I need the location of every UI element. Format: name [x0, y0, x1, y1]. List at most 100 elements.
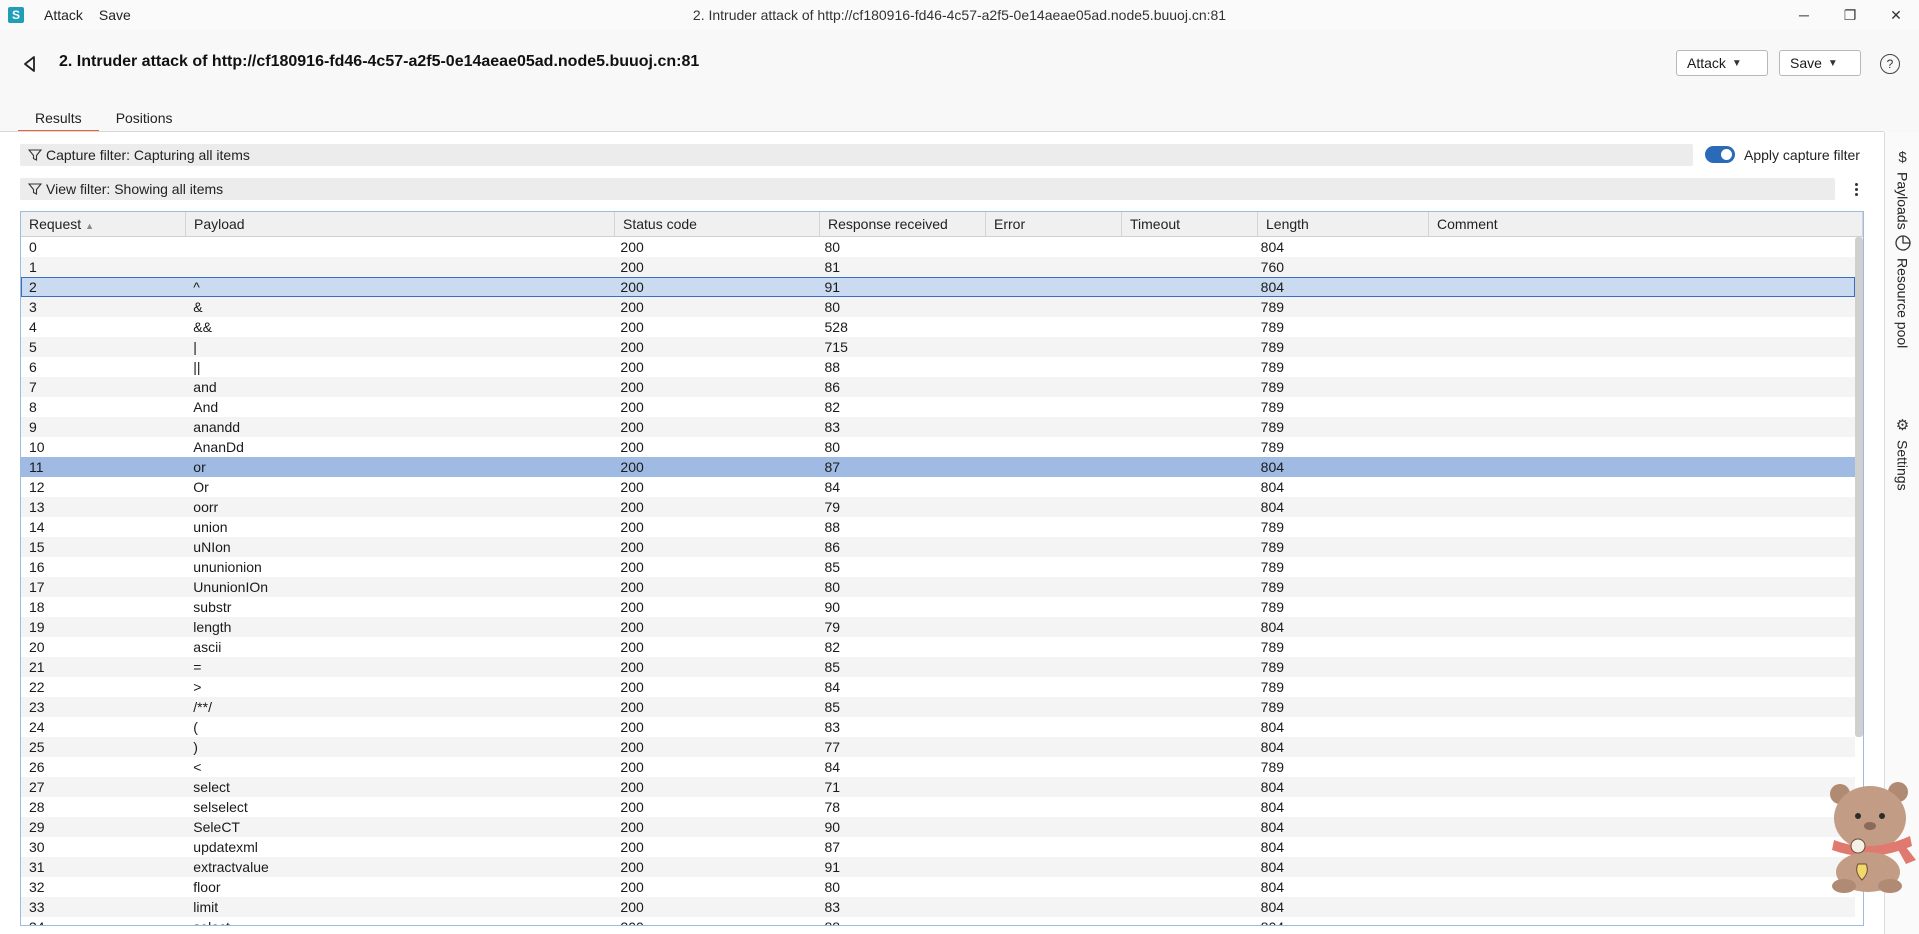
cell-length: 804 — [1260, 779, 1285, 795]
column-header-response-received[interactable]: Response received — [820, 212, 986, 237]
more-options-icon[interactable] — [1851, 179, 1861, 199]
attack-dropdown-button[interactable]: Attack ▼ — [1676, 50, 1768, 76]
cell-comment — [1423, 297, 1855, 317]
column-header-timeout[interactable]: Timeout — [1122, 212, 1258, 237]
cell-response-received: 82 — [824, 639, 841, 655]
table-row[interactable]: 17 UnunionIOn 200 80 789 — [21, 577, 1855, 597]
table-row[interactable]: 23 /**/ 200 85 789 — [21, 697, 1855, 717]
table-row[interactable]: 12 Or 200 84 804 — [21, 477, 1855, 497]
cell-request: 15 — [29, 539, 45, 555]
cell-payload: anandd — [193, 419, 241, 435]
table-row[interactable]: 19 length 200 79 804 — [21, 617, 1855, 637]
table-row[interactable]: 31 extractvalue 200 91 804 — [21, 857, 1855, 877]
table-row[interactable]: 25) 200 77 804 — [21, 737, 1855, 757]
table-row[interactable]: 18 substr 200 90 789 — [21, 597, 1855, 617]
table-row[interactable]: 27 select 200 71 804 — [21, 777, 1855, 797]
cell-payload: updatexml — [193, 839, 258, 855]
table-row[interactable]: 22 >200 84 789 — [21, 677, 1855, 697]
cell-status-code: 200 — [620, 459, 644, 475]
table-row[interactable]: 6 || 200 88 789 — [21, 357, 1855, 377]
cell-payload: ^ — [193, 279, 200, 295]
table-row[interactable]: 32 floor 200 80 804 — [21, 877, 1855, 897]
apply-capture-filter-toggle[interactable] — [1705, 146, 1735, 163]
attack-button-label: Attack — [1687, 55, 1726, 71]
tab-results[interactable]: Results — [18, 110, 99, 132]
column-header-length[interactable]: Length — [1258, 212, 1429, 237]
capture-filter-bar[interactable]: Capture filter: Capturing all items — [20, 144, 1693, 166]
cell-error — [982, 737, 1117, 757]
cell-length: 789 — [1260, 419, 1285, 435]
column-header-status-code[interactable]: Status code — [615, 212, 820, 237]
table-row[interactable]: 2 ^ 200 91 804 — [21, 277, 1855, 297]
table-row[interactable]: 30 updatexml 200 87 804 — [21, 837, 1855, 857]
cell-error — [982, 397, 1117, 417]
table-row[interactable]: 20 ascii 200 82 789 — [21, 637, 1855, 657]
cell-timeout — [1117, 657, 1252, 677]
table-row[interactable]: 26 <200 84 789 — [21, 757, 1855, 777]
table-row[interactable]: 10 AnanDd 200 80 789 — [21, 437, 1855, 457]
restore-button[interactable]: ❐ — [1827, 0, 1873, 30]
table-row[interactable]: 4 && 200 528 789 — [21, 317, 1855, 337]
cell-request: 32 — [29, 879, 45, 895]
menu-save[interactable]: Save — [99, 7, 131, 23]
capture-filter-text: Capture filter: Capturing all items — [46, 147, 250, 163]
cell-request: 27 — [29, 779, 45, 795]
table-row[interactable]: 7 and 200 86 789 — [21, 377, 1855, 397]
cell-payload: selselect — [193, 799, 248, 815]
side-item-settings[interactable]: ⚙ Settings — [1885, 416, 1919, 491]
cell-response-received: 528 — [824, 319, 848, 335]
table-row[interactable]: 29 SeleCT 200 90 804 — [21, 817, 1855, 837]
view-filter-bar[interactable]: View filter: Showing all items — [20, 178, 1835, 200]
cell-status-code: 200 — [620, 319, 644, 335]
cell-status-code: 200 — [620, 799, 644, 815]
side-item-payloads[interactable]: $ Payloads — [1885, 148, 1919, 230]
column-header-comment[interactable]: Comment — [1429, 212, 1863, 237]
table-row[interactable]: 15 uNIon 200 86 789 — [21, 537, 1855, 557]
side-item-resource-pool[interactable]: Resource pool — [1885, 234, 1919, 348]
table-row[interactable]: 21 = 200 85 789 — [21, 657, 1855, 677]
table-row[interactable]: 13 oorr 200 79 804 — [21, 497, 1855, 517]
table-row[interactable]: 8 And 200 82 789 — [21, 397, 1855, 417]
table-row[interactable]: 11 or 200 87 804 — [21, 457, 1855, 477]
table-row[interactable]: 0 200 80 804 — [21, 237, 1855, 257]
cell-timeout — [1117, 477, 1252, 497]
back-icon[interactable] — [20, 54, 40, 74]
cell-error — [982, 917, 1117, 925]
table-row[interactable]: 16 ununionion 200 85 789 — [21, 557, 1855, 577]
side-item-label: Settings — [1894, 440, 1911, 491]
cell-timeout — [1117, 397, 1252, 417]
column-header-request[interactable]: Request ▲ — [21, 212, 186, 237]
attack-header: 2. Intruder attack of http://cf180916-fd… — [0, 30, 1919, 132]
vertical-scrollbar[interactable] — [1855, 237, 1863, 737]
cell-status-code: 200 — [620, 239, 644, 255]
cell-timeout — [1117, 757, 1252, 777]
save-dropdown-button[interactable]: Save ▼ — [1779, 50, 1861, 76]
help-icon[interactable]: ? — [1880, 54, 1900, 74]
cell-response-received: 81 — [824, 259, 841, 275]
cell-error — [982, 657, 1117, 677]
cell-payload: select — [185, 917, 612, 925]
cell-error — [982, 837, 1117, 857]
table-row[interactable]: 3 & 200 80 789 — [21, 297, 1855, 317]
column-header-error[interactable]: Error — [986, 212, 1122, 237]
cell-status-code: 200 — [620, 579, 644, 595]
menu-attack[interactable]: Attack — [44, 7, 83, 23]
cell-status-code: 200 — [620, 299, 644, 315]
table-row[interactable]: 34select20088 804 — [21, 917, 1855, 925]
cell-length: 804 — [1260, 279, 1285, 295]
table-row[interactable]: 33 limit 200 83 804 — [21, 897, 1855, 917]
cell-status-code: 200 — [620, 339, 644, 355]
cell-comment — [1423, 237, 1855, 257]
minimize-button[interactable]: ─ — [1781, 0, 1827, 30]
table-row[interactable]: 1 200 81 760 — [21, 257, 1855, 277]
cell-response-received: 83 — [824, 719, 841, 735]
column-header-payload[interactable]: Payload — [186, 212, 615, 237]
table-row[interactable]: 9 anandd 200 83 789 — [21, 417, 1855, 437]
table-row[interactable]: 24 (200 83 804 — [21, 717, 1855, 737]
table-row[interactable]: 28 selselect 200 78 804 — [21, 797, 1855, 817]
tab-positions[interactable]: Positions — [99, 110, 190, 132]
cell-status-code: 200 — [620, 719, 644, 735]
close-button[interactable]: ✕ — [1873, 0, 1919, 30]
table-row[interactable]: 5 | 200 715 789 — [21, 337, 1855, 357]
table-row[interactable]: 14 union 200 88 789 — [21, 517, 1855, 537]
